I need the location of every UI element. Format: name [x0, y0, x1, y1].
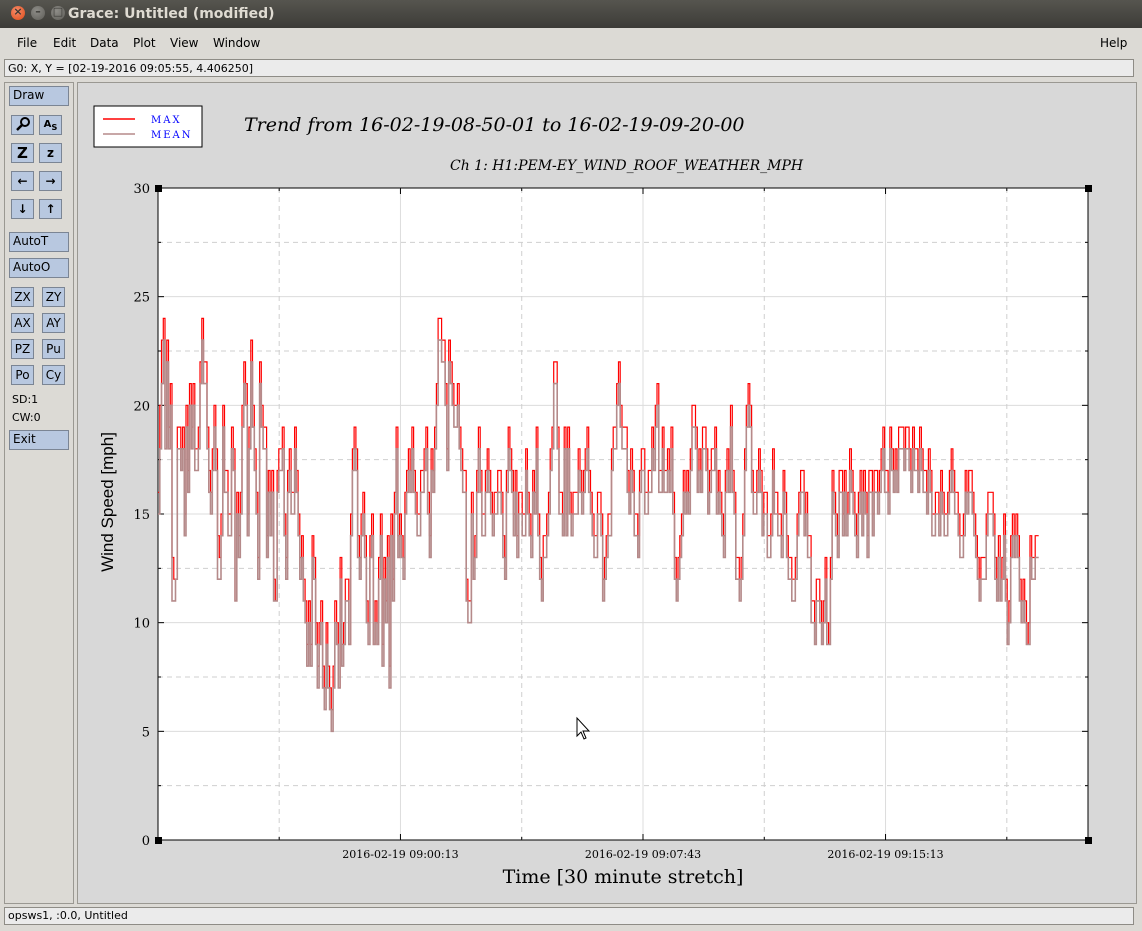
cw-label: CW:0 [12, 411, 41, 424]
graph-canvas[interactable]: MAX MEAN Trend from 16-02-19-08-50-01 to… [92, 95, 1132, 895]
autoscale-icon[interactable]: AS [39, 115, 62, 135]
y-tick-label: 10 [133, 617, 150, 632]
ay-button[interactable]: AY [42, 313, 65, 333]
sd-label: SD:1 [12, 393, 39, 406]
legend: MAX MEAN [93, 105, 203, 148]
exit-button[interactable]: Exit [9, 430, 69, 450]
arrow-down-icon[interactable]: ↓ [11, 199, 34, 219]
x-axis-label: Time [30 minute stretch] [503, 866, 744, 888]
y-axis-label: Wind Speed [mph] [98, 432, 117, 572]
menu-data[interactable]: Data [90, 36, 119, 50]
autot-button[interactable]: AutoT [9, 232, 69, 252]
close-icon[interactable]: × [11, 5, 25, 20]
zoom-out-icon[interactable]: z [39, 143, 62, 163]
x-tick-label: 2016-02-19 09:07:43 [585, 848, 701, 861]
y-tick-label: 0 [142, 834, 150, 849]
zoom-in-icon[interactable]: Z [11, 143, 34, 163]
corner-handle[interactable] [1085, 837, 1092, 844]
menu-plot[interactable]: Plot [133, 36, 156, 50]
window-title: Grace: Untitled (modified) [68, 6, 275, 22]
pu-button[interactable]: Pu [42, 339, 65, 359]
zy-button[interactable]: ZY [42, 287, 65, 307]
legend-max-label: MAX [151, 115, 182, 126]
menu-edit[interactable]: Edit [53, 36, 76, 50]
cy-button[interactable]: Cy [42, 365, 65, 385]
corner-handle[interactable] [155, 185, 162, 192]
y-tick-label: 30 [133, 182, 150, 197]
menu-help[interactable]: Help [1100, 36, 1127, 50]
maximize-icon[interactable]: □ [51, 5, 65, 20]
draw-button[interactable]: Draw [9, 86, 69, 106]
pz-button[interactable]: PZ [11, 339, 34, 359]
menu-window[interactable]: Window [213, 36, 260, 50]
x-tick-label: 2016-02-19 09:00:13 [342, 848, 458, 861]
tool-panel: Draw AS Z z ← → ↓ ↑ AutoT AutoO ZX ZY AX… [4, 82, 74, 904]
status-bar: opsws1, :0.0, Untitled [4, 907, 1134, 925]
minimize-icon[interactable]: – [31, 5, 45, 20]
zoom-icon[interactable] [11, 115, 34, 135]
arrow-up-icon[interactable]: ↑ [39, 199, 62, 219]
arrow-right-icon[interactable]: → [39, 171, 62, 191]
po-button[interactable]: Po [11, 365, 34, 385]
arrow-left-icon[interactable]: ← [11, 171, 34, 191]
y-tick-label: 20 [133, 399, 150, 414]
menubar: File Edit Data Plot View Window Help [0, 28, 1142, 58]
corner-handle[interactable] [1085, 185, 1092, 192]
chart-subtitle: Ch 1: H1:PEM-EY_WIND_ROOF_WEATHER_MPH [450, 158, 804, 174]
menu-view[interactable]: View [170, 36, 198, 50]
legend-mean-label: MEAN [151, 130, 193, 141]
window-titlebar: × – □ Grace: Untitled (modified) [0, 0, 1142, 28]
chart-title: Trend from 16-02-19-08-50-01 to 16-02-19… [244, 114, 745, 136]
ax-button[interactable]: AX [11, 313, 34, 333]
y-tick-label: 5 [142, 725, 150, 740]
y-tick-label: 25 [133, 291, 150, 306]
menu-file[interactable]: File [17, 36, 37, 50]
x-tick-label: 2016-02-19 09:15:13 [827, 848, 943, 861]
zx-button[interactable]: ZX [11, 287, 34, 307]
locator-field: G0: X, Y = [02-19-2016 09:05:55, 4.40625… [4, 59, 1134, 77]
corner-handle[interactable] [155, 837, 162, 844]
y-tick-label: 15 [133, 508, 150, 523]
autoo-button[interactable]: AutoO [9, 258, 69, 278]
